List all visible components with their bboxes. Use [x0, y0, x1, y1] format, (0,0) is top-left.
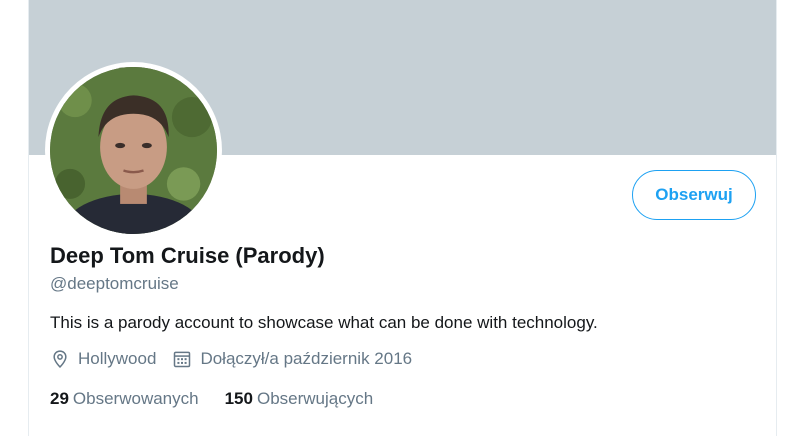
profile-stats: 29 Obserwowanych 150 Obserwujących	[50, 389, 399, 409]
calendar-icon	[174, 351, 191, 368]
profile-meta: Hollywood Dołączył/a październik 2016	[50, 349, 428, 369]
following-link[interactable]: 29 Obserwowanych	[50, 389, 199, 409]
avatar-photo	[50, 67, 217, 234]
joined-item: Dołączył/a październik 2016	[172, 349, 412, 369]
username-handle[interactable]: @deeptomcruise	[50, 274, 179, 294]
following-label: Obserwowanych	[72, 389, 199, 408]
avatar[interactable]	[45, 62, 222, 239]
profile-card: Obserwuj Deep Tom Cruise (Parody) @deept…	[28, 0, 777, 436]
avatar-portrait	[50, 67, 217, 234]
following-count: 29	[50, 389, 69, 408]
follow-button[interactable]: Obserwuj	[632, 170, 756, 220]
display-name: Deep Tom Cruise (Parody)	[50, 243, 325, 268]
profile-bio: This is a parody account to showcase wha…	[50, 313, 598, 332]
location-text: Hollywood	[78, 349, 157, 368]
joined-date: Dołączył/a październik 2016	[200, 349, 413, 368]
location-item: Hollywood	[50, 349, 156, 369]
map-pin-icon	[53, 350, 67, 368]
followers-count: 150	[224, 389, 253, 408]
followers-link[interactable]: 150 Obserwujących	[225, 389, 374, 409]
followers-label: Obserwujących	[256, 389, 374, 408]
